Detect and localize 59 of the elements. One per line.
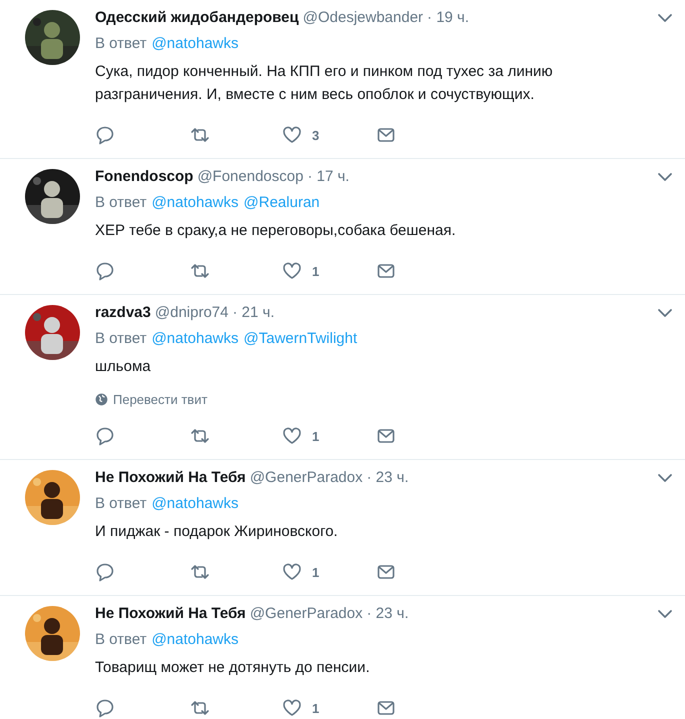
user-name: Fonendoscop xyxy=(95,167,194,187)
heart-icon xyxy=(282,261,302,281)
tweet-time: · 23 ч. xyxy=(366,604,409,624)
user-name: Одесский жидобандеровец xyxy=(95,8,299,28)
envelope-icon xyxy=(376,562,396,582)
retweet-icon xyxy=(190,125,210,145)
like-button[interactable]: 1 xyxy=(282,698,376,718)
user-handle: @GenerParadox xyxy=(250,468,363,488)
mention-link[interactable]: @natohawks xyxy=(152,329,239,349)
speech-bubble-icon xyxy=(95,698,115,718)
reply-label: В ответ xyxy=(95,329,147,349)
retweet-icon xyxy=(190,698,210,718)
tweet-text: И пиджак - подарок Жириновского. xyxy=(95,522,339,542)
tweet-time: · 19 ч. xyxy=(427,8,470,28)
user-name: Не Похожий На Тебя xyxy=(95,604,246,624)
tweet-text: Товарищ может не дотянуть до пенсии. xyxy=(95,658,371,678)
tweet-time: · 23 ч. xyxy=(366,468,409,488)
retweet-icon xyxy=(190,426,210,446)
speech-bubble-icon xyxy=(95,261,115,281)
like-button[interactable]: 1 xyxy=(282,261,376,281)
globe-icon xyxy=(95,393,108,406)
user-handle: @GenerParadox xyxy=(250,604,363,624)
reply-label: В ответ xyxy=(95,193,147,213)
heart-icon xyxy=(282,426,302,446)
envelope-icon xyxy=(376,261,396,281)
reply-label: В ответ xyxy=(95,494,147,514)
mention-link[interactable]: @natohawks xyxy=(152,630,239,650)
speech-bubble-icon xyxy=(95,125,115,145)
envelope-icon xyxy=(376,698,396,718)
heart-icon xyxy=(282,562,302,582)
speech-bubble-icon xyxy=(95,562,115,582)
mention-link[interactable]: @natohawks xyxy=(152,34,239,54)
tweet-time: · 17 ч. xyxy=(307,167,350,187)
retweet-icon xyxy=(190,562,210,582)
mention-link[interactable]: @natohawks xyxy=(152,494,239,514)
user-handle: @Fonendoscop xyxy=(197,167,304,187)
tweet-time: · 21 ч. xyxy=(232,303,274,323)
translate-button[interactable]: Перевести твит xyxy=(95,392,208,407)
user-name: Не Похожий На Тебя xyxy=(95,468,246,488)
like-button[interactable]: 3 xyxy=(282,125,376,145)
user-name: razdva3 xyxy=(95,303,151,323)
like-button[interactable]: 1 xyxy=(282,562,376,582)
mention-link[interactable]: @Realuran xyxy=(244,193,320,213)
user-handle: @dnipro74 xyxy=(154,303,228,323)
tweet-text: Сука, пидор конченный. На КПП его и пинком под тухес за линию разграничения. И, вместе с ним весь опоблок и сочуствующих. xyxy=(95,62,554,105)
retweet-icon xyxy=(190,261,210,281)
heart-icon xyxy=(282,698,302,718)
heart-icon xyxy=(282,125,302,145)
reply-label: В ответ xyxy=(95,630,147,650)
mention-link[interactable]: @TawernTwilight xyxy=(244,329,358,349)
speech-bubble-icon xyxy=(95,426,115,446)
envelope-icon xyxy=(376,426,396,446)
tweet-text: ХЕР тебе в сраку,а не переговоры,собака бешеная. xyxy=(95,221,457,241)
like-button[interactable]: 1 xyxy=(282,426,376,446)
reply-label: В ответ xyxy=(95,34,147,54)
envelope-icon xyxy=(376,125,396,145)
tweet-text: шльома xyxy=(95,357,152,377)
user-handle: @Odesjewbander xyxy=(302,8,424,28)
mention-link[interactable]: @natohawks xyxy=(152,193,239,213)
